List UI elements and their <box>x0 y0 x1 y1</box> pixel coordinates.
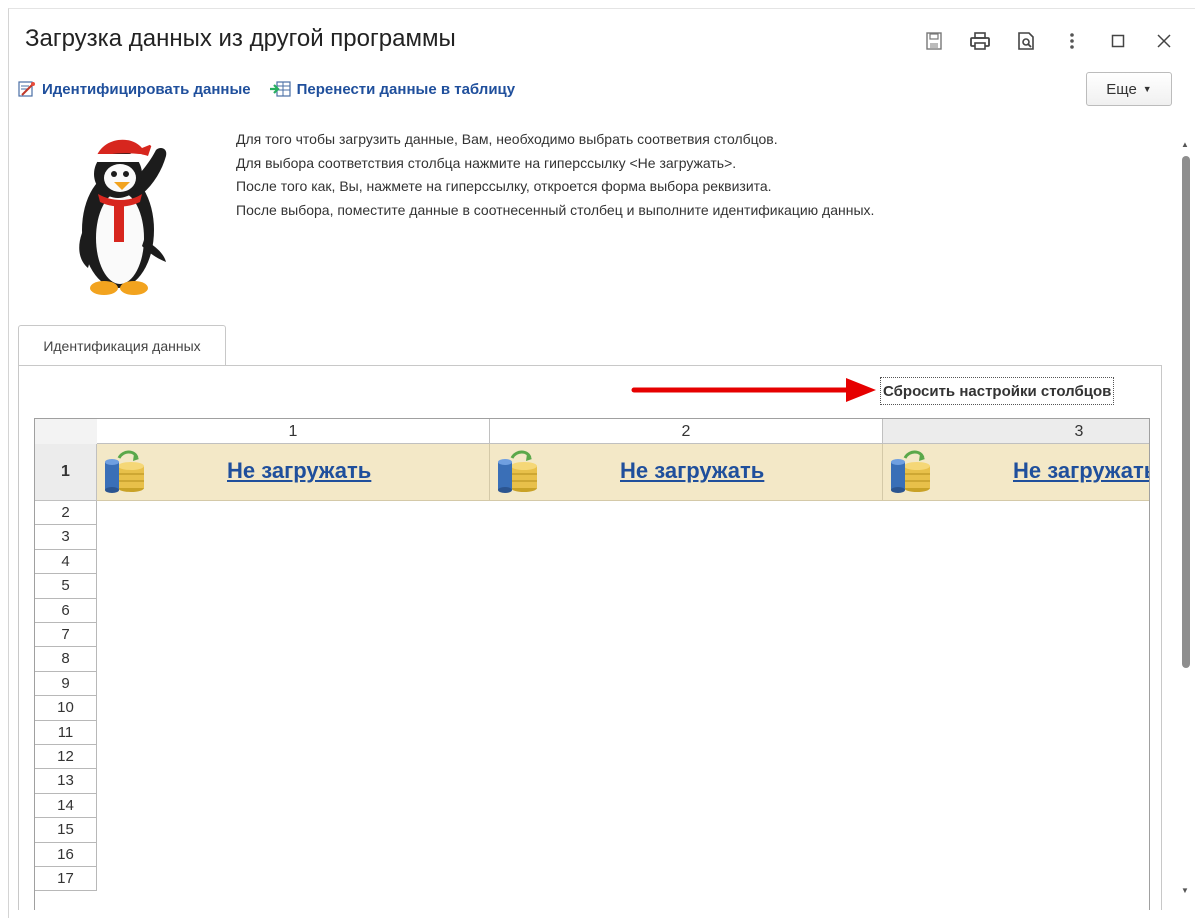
instruction-line: Для выбора соответствия столбца нажмите … <box>236 154 737 171</box>
row-header[interactable]: 3 <box>35 525 97 550</box>
instructions-text: Для того чтобы загрузить данные, Вам, не… <box>236 128 874 222</box>
scroll-down-icon[interactable]: ▼ <box>1181 886 1189 895</box>
column-header-1[interactable]: 1 <box>97 419 490 444</box>
preview-icon[interactable] <box>1003 27 1049 55</box>
penguin-mascot <box>79 137 167 295</box>
instruction-line: После того как, Вы, нажмете на гиперссыл… <box>236 178 772 194</box>
row-header[interactable]: 6 <box>35 598 97 623</box>
row-header[interactable]: 7 <box>35 623 97 648</box>
save-icon[interactable] <box>911 27 957 55</box>
scrollbar-thumb[interactable] <box>1182 156 1190 668</box>
window-controls <box>911 27 1187 55</box>
more-vert-icon[interactable] <box>1049 27 1095 55</box>
chevron-down-icon: ▼ <box>1142 84 1152 94</box>
print-icon[interactable] <box>957 27 1003 55</box>
row-header[interactable]: 11 <box>35 720 97 745</box>
identify-data-label: Идентифицировать данные <box>42 80 251 98</box>
row-header[interactable]: 15 <box>35 818 97 843</box>
database-icon <box>498 450 537 493</box>
window-title: Загрузка данных из другой программы <box>25 25 456 52</box>
row-header[interactable]: 8 <box>35 647 97 672</box>
vertical-scrollbar[interactable]: ▲ ▼ <box>1176 134 1196 917</box>
do-not-load-link[interactable]: Не загружать <box>620 458 764 484</box>
database-icon <box>891 450 930 493</box>
row-header-1[interactable]: 1 <box>35 444 97 501</box>
row-header[interactable]: 2 <box>35 501 97 526</box>
row-header[interactable]: 5 <box>35 574 97 599</box>
row-header[interactable]: 17 <box>35 867 97 892</box>
row-header[interactable]: 13 <box>35 769 97 794</box>
instruction-line: После выбора, поместите данные в соотнес… <box>236 201 875 218</box>
transfer-data-label: Перенести данные в таблицу <box>296 80 516 98</box>
reset-columns-link[interactable]: Сбросить настройки столбцов <box>880 377 1115 405</box>
command-bar: Идентифицировать данные Перенести данные… <box>18 72 1172 106</box>
scroll-up-icon[interactable]: ▲ <box>1181 140 1189 149</box>
identify-icon <box>18 81 35 97</box>
grid-corner <box>35 419 98 445</box>
do-not-load-link[interactable]: Не загружать <box>227 458 371 484</box>
column-header-2[interactable]: 2 <box>490 419 883 444</box>
column-mapping-cell-2: Не загружать <box>490 444 883 501</box>
row-header[interactable]: 14 <box>35 793 97 819</box>
column-mapping-cell-1: Не загружать <box>97 444 490 501</box>
identify-data-button[interactable]: Идентифицировать данные <box>18 80 251 98</box>
transfer-icon <box>269 81 291 97</box>
instruction-line: Для того чтобы загрузить данные, Вам, не… <box>236 131 778 147</box>
maximize-icon[interactable] <box>1095 27 1141 55</box>
column-mapping-cell-3: Не загружать <box>883 444 1149 501</box>
red-arrow-annotation <box>631 378 876 402</box>
close-icon[interactable] <box>1141 27 1187 55</box>
transfer-data-button[interactable]: Перенести данные в таблицу <box>269 80 516 98</box>
more-button[interactable]: Еще ▼ <box>1086 72 1172 106</box>
more-label: Еще <box>1106 80 1137 98</box>
row-header[interactable]: 9 <box>35 671 97 697</box>
row-header[interactable]: 4 <box>35 549 97 575</box>
row-header[interactable]: 12 <box>35 745 97 770</box>
tab-data-identification[interactable]: Идентификация данных <box>18 325 226 366</box>
row-header[interactable]: 10 <box>35 696 97 721</box>
data-grid: 1 2 3 1 Не загружать Не загружать Не заг… <box>34 418 1150 910</box>
row-header[interactable]: 16 <box>35 842 97 867</box>
column-header-3[interactable]: 3 <box>883 419 1149 444</box>
database-icon <box>105 450 144 493</box>
do-not-load-link[interactable]: Не загружать <box>1013 458 1149 484</box>
